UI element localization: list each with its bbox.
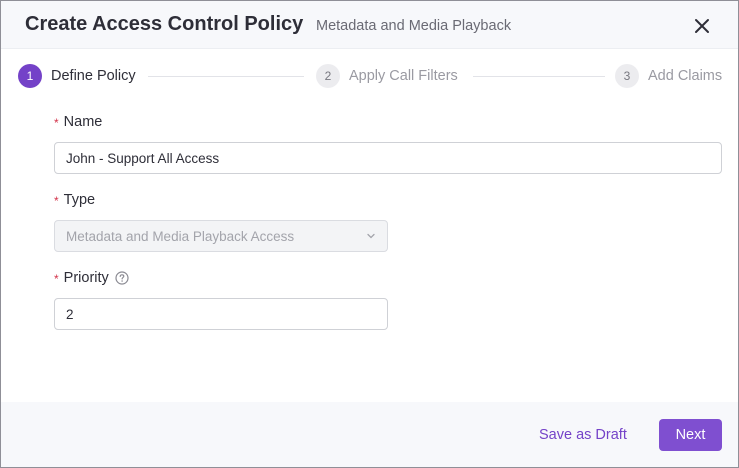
priority-input-value: 2 [66,306,74,322]
dialog-subtitle: Metadata and Media Playback [316,18,512,34]
type-select-value: Metadata and Media Playback Access [66,228,295,244]
priority-input[interactable]: 2 [54,298,388,330]
type-select: Metadata and Media Playback Access [54,220,388,252]
step-label: Add Claims [648,68,723,84]
step-connector [473,76,605,77]
required-mark: * [54,194,59,208]
step-label: Define Policy [51,68,136,84]
priority-label: * Priority [54,270,129,286]
next-button[interactable]: Next [659,419,722,451]
step-add-claims[interactable]: 3 Add Claims [615,64,722,88]
dialog-header: Create Access Control Policy Metadata an… [1,1,738,49]
step-number: 3 [615,64,639,88]
name-label: * Name [54,114,102,130]
save-as-draft-button[interactable]: Save as Draft [529,419,637,451]
step-number: 1 [18,64,42,88]
required-mark: * [54,272,59,286]
priority-label-text: Priority [63,270,109,286]
step-connector [148,76,304,77]
required-mark: * [54,116,59,130]
name-input-value: John - Support All Access [66,150,220,166]
question-circle-icon[interactable] [115,271,129,285]
step-number: 2 [316,64,340,88]
step-label: Apply Call Filters [349,68,458,84]
chevron-down-icon [367,233,375,239]
close-button[interactable] [689,13,715,39]
create-policy-dialog: Create Access Control Policy Metadata an… [0,0,739,468]
step-define-policy[interactable]: 1 Define Policy [18,64,136,88]
type-label-text: Type [63,192,96,208]
type-label: * Type [54,192,95,208]
dialog-title: Create Access Control Policy [25,13,304,35]
step-apply-call-filters[interactable]: 2 Apply Call Filters [316,64,458,88]
close-icon [695,19,709,33]
name-label-text: Name [63,114,103,130]
name-input[interactable]: John - Support All Access [54,142,722,174]
